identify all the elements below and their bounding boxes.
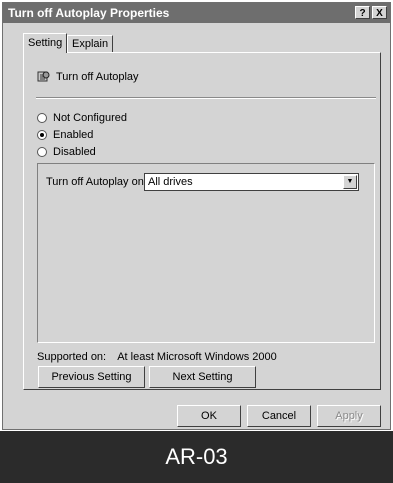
radio-disabled[interactable]: Disabled [37, 146, 96, 158]
options-box: Turn off Autoplay on: All drives ▼ [37, 163, 375, 343]
window-title: Turn off Autoplay Properties [8, 6, 170, 20]
properties-dialog: Turn off Autoplay Properties ? X Setting… [2, 2, 391, 430]
supported-value: At least Microsoft Windows 2000 [117, 351, 277, 363]
select-value: All drives [148, 176, 193, 188]
previous-setting-button[interactable]: Previous Setting [38, 366, 145, 388]
tab-explain[interactable]: Explain [67, 35, 114, 53]
policy-title: Turn off Autoplay [56, 70, 139, 83]
radio-circle[interactable] [37, 113, 47, 123]
supported-label: Supported on: [37, 351, 107, 363]
next-setting-button[interactable]: Next Setting [149, 366, 256, 388]
autoplay-drives-select[interactable]: All drives ▼ [144, 173, 359, 191]
title-bar[interactable]: Turn off Autoplay Properties ? X [3, 3, 390, 23]
setting-panel: Turn off Autoplay Not Configured Enabled… [23, 52, 381, 390]
radio-circle[interactable] [37, 147, 47, 157]
caption-banner: AR-03 [0, 431, 393, 483]
help-button[interactable]: ? [355, 6, 370, 19]
radio-enabled[interactable]: Enabled [37, 129, 93, 141]
policy-heading: Turn off Autoplay [37, 70, 139, 83]
apply-button[interactable]: Apply [317, 405, 381, 427]
radio-label: Disabled [53, 146, 96, 158]
caption-text: AR-03 [165, 444, 228, 469]
supported-on: Supported on: At least Microsoft Windows… [37, 351, 277, 363]
chevron-down-icon[interactable]: ▼ [343, 175, 357, 189]
radio-label: Enabled [53, 129, 94, 141]
close-button[interactable]: X [372, 6, 387, 19]
radio-circle[interactable] [37, 130, 47, 140]
cancel-button[interactable]: Cancel [247, 405, 311, 427]
autoplay-option-label: Turn off Autoplay on: [46, 176, 147, 188]
gear-policy-icon [37, 71, 50, 82]
radio-not-configured[interactable]: Not Configured [37, 112, 127, 124]
radio-label: Not Configured [53, 112, 127, 124]
ok-button[interactable]: OK [177, 405, 241, 427]
tab-setting[interactable]: Setting [23, 33, 68, 53]
divider [36, 97, 376, 99]
